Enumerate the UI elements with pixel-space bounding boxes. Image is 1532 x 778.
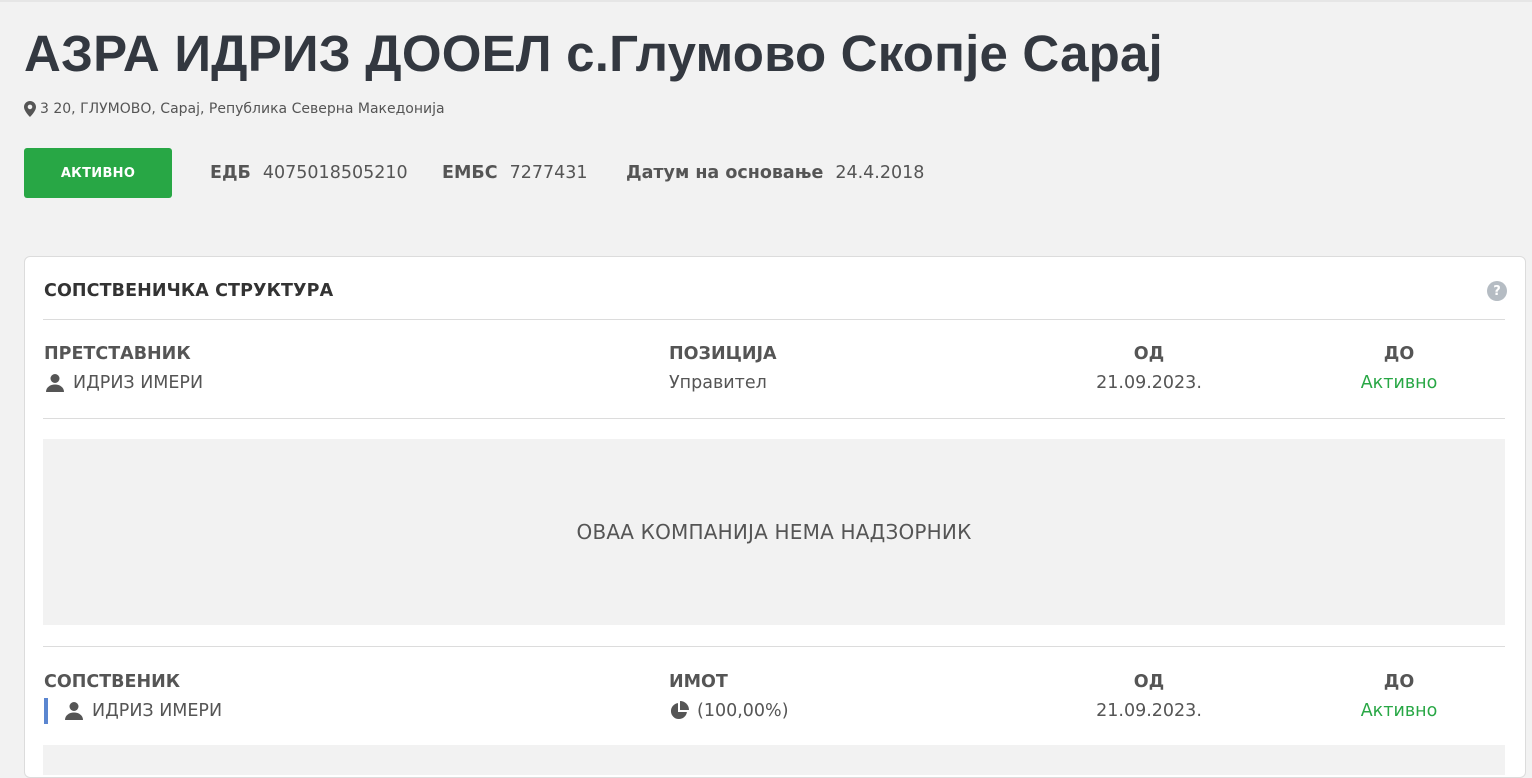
share-header: ИМОТ (669, 672, 728, 692)
owner-row[interactable]: ИДРИЗ ИМЕРИ (44, 698, 222, 724)
status-badge[interactable]: АКТИВНО (24, 148, 172, 198)
user-icon (65, 702, 83, 720)
representative-position: Управител (669, 373, 767, 393)
representative-to: Активно (1360, 373, 1438, 393)
owner-indicator-bar (44, 698, 48, 724)
edb-info: ЕДБ 4075018505210 (210, 163, 408, 183)
ownership-card: СОПСТВЕНИЧКА СТРУКТУРА ? ПРЕТСТАВНИК ПОЗ… (24, 256, 1526, 778)
question-icon[interactable]: ? (1487, 281, 1507, 301)
owner-share: (100,00%) (669, 701, 789, 721)
edb-value: 4075018505210 (262, 163, 408, 183)
representative-name: ИДРИЗ ИМЕРИ (73, 373, 204, 393)
pie-chart-icon (670, 701, 689, 720)
representative-row[interactable]: ИДРИЗ ИМЕРИ (45, 373, 203, 393)
owner-to-header: ДО (1383, 672, 1415, 692)
ownership-title: СОПСТВЕНИЧКА СТРУКТУРА (44, 281, 334, 301)
embs-info: ЕМБС 7277431 (442, 163, 588, 183)
position-header: ПОЗИЦИЈА (669, 344, 777, 364)
supervisor-empty-state: ОВАА КОМПАНИЈА НЕМА НАДЗОРНИК (43, 439, 1505, 625)
top-border (0, 0, 1532, 2)
header-divider (43, 319, 1505, 320)
owner-share-value: (100,00%) (697, 701, 789, 721)
address-text: 3 20, ГЛУМОВО, Сарај, Република Северна … (40, 101, 445, 117)
company-address: 3 20, ГЛУМОВО, Сарај, Република Северна … (24, 101, 445, 117)
owner-header: СОПСТВЕНИК (44, 672, 181, 692)
owner-to: Активно (1360, 701, 1438, 721)
owner-from: 21.09.2023. (1096, 701, 1202, 721)
founded-info: Датум на основање 24.4.2018 (626, 163, 924, 183)
rep-divider (43, 418, 1505, 419)
map-marker-icon (24, 101, 36, 117)
owner-from-header: ОД (1133, 672, 1165, 692)
owner-name: ИДРИЗ ИМЕРИ (92, 701, 223, 721)
user-icon (46, 374, 64, 392)
to-header: ДО (1383, 344, 1415, 364)
founded-label: Датум на основање (626, 163, 824, 183)
embs-label: ЕМБС (442, 163, 498, 183)
company-title: АЗРА ИДРИЗ ДООЕЛ с.Глумово Скопје Сарај (24, 25, 1163, 82)
embs-value: 7277431 (509, 163, 588, 183)
edb-label: ЕДБ (210, 163, 251, 183)
founded-value: 24.4.2018 (835, 163, 925, 183)
representative-from: 21.09.2023. (1096, 373, 1202, 393)
from-header: ОД (1133, 344, 1165, 364)
representative-header: ПРЕТСТАВНИК (44, 344, 191, 364)
owner-divider (43, 646, 1505, 647)
